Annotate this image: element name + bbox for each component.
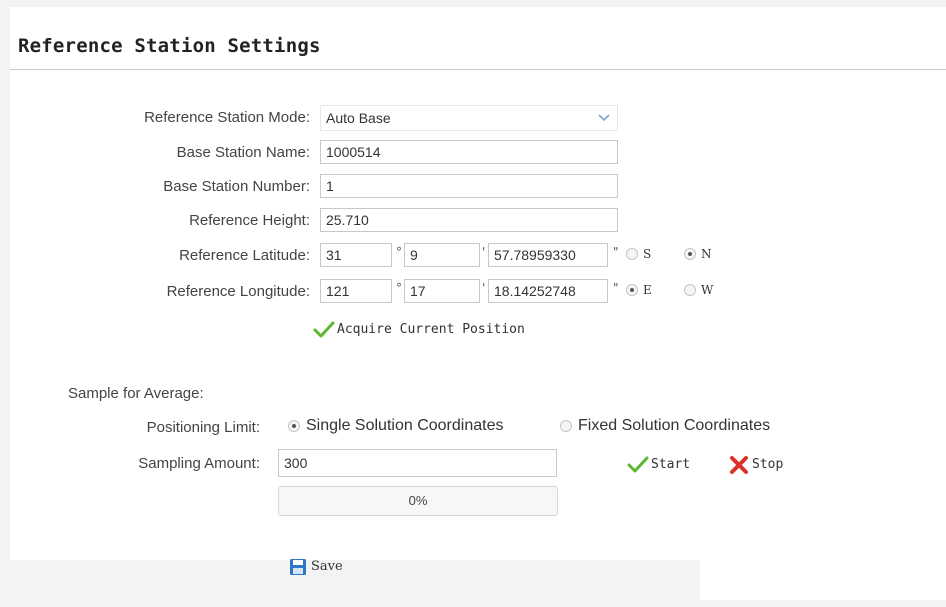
page-title: Reference Station Settings xyxy=(18,35,321,57)
minute-symbol: ' xyxy=(482,281,486,295)
stop-button[interactable]: Stop xyxy=(728,455,783,475)
positioning-limit-label: Positioning Limit: xyxy=(146,419,260,436)
longitude-label: Reference Longitude: xyxy=(166,283,310,300)
mode-select-value: Auto Base xyxy=(326,110,391,126)
latitude-seconds-input[interactable] xyxy=(488,243,608,267)
start-button[interactable]: Start xyxy=(627,455,690,475)
single-solution-label: Single Solution Coordinates xyxy=(306,417,504,434)
longitude-west-label: W xyxy=(701,283,714,297)
settings-panel: Reference Station Settings Reference Sta… xyxy=(10,7,946,607)
degree-symbol: ° xyxy=(396,245,402,259)
checkmark-icon xyxy=(313,321,335,338)
fixed-solution-label: Fixed Solution Coordinates xyxy=(578,417,771,434)
footer-bar xyxy=(10,560,700,607)
base-station-number-input[interactable] xyxy=(320,174,618,198)
checkmark-icon xyxy=(627,456,649,473)
acquire-position-button[interactable]: Acquire Current Position xyxy=(313,320,525,340)
single-solution-radio[interactable] xyxy=(288,420,300,432)
save-label: Save xyxy=(311,559,343,574)
longitude-east-radio[interactable] xyxy=(626,284,638,296)
title-divider xyxy=(10,69,946,70)
latitude-degrees-input[interactable] xyxy=(320,243,392,267)
number-label: Base Station Number: xyxy=(163,178,310,195)
sampling-amount-label: Sampling Amount: xyxy=(138,455,260,472)
latitude-minutes-input[interactable] xyxy=(404,243,480,267)
page-background-top xyxy=(0,0,946,7)
save-button[interactable]: Save xyxy=(289,557,343,577)
minute-symbol: ' xyxy=(482,245,486,259)
reference-height-input[interactable] xyxy=(320,208,618,232)
mode-label: Reference Station Mode: xyxy=(144,109,310,126)
sample-average-heading: Sample for Average: xyxy=(68,385,204,402)
longitude-east-label: E xyxy=(643,283,652,297)
sampling-amount-input[interactable] xyxy=(278,449,557,477)
acquire-position-label: Acquire Current Position xyxy=(337,322,525,337)
longitude-west-radio[interactable] xyxy=(684,284,696,296)
name-label: Base Station Name: xyxy=(176,144,310,161)
mode-select[interactable]: Auto Base xyxy=(320,105,618,131)
stop-label: Stop xyxy=(752,457,784,472)
sampling-progress-bar: 0% xyxy=(278,486,558,516)
second-symbol: " xyxy=(613,281,619,295)
latitude-south-radio[interactable] xyxy=(626,248,638,260)
chevron-down-icon xyxy=(598,114,610,122)
second-symbol: " xyxy=(613,245,619,259)
latitude-south-label: S xyxy=(643,247,652,261)
save-disk-icon xyxy=(290,559,306,575)
longitude-degrees-input[interactable] xyxy=(320,279,392,303)
page-background-left xyxy=(0,0,10,607)
fixed-solution-radio[interactable] xyxy=(560,420,572,432)
longitude-seconds-input[interactable] xyxy=(488,279,608,303)
progress-text: 0% xyxy=(408,493,428,508)
longitude-minutes-input[interactable] xyxy=(404,279,480,303)
latitude-north-radio[interactable] xyxy=(684,248,696,260)
latitude-north-label: N xyxy=(701,247,712,261)
latitude-label: Reference Latitude: xyxy=(179,247,310,264)
degree-symbol: ° xyxy=(396,281,402,295)
start-label: Start xyxy=(651,457,691,472)
base-station-name-input[interactable] xyxy=(320,140,618,164)
close-icon xyxy=(730,456,748,474)
height-label: Reference Height: xyxy=(189,212,310,229)
